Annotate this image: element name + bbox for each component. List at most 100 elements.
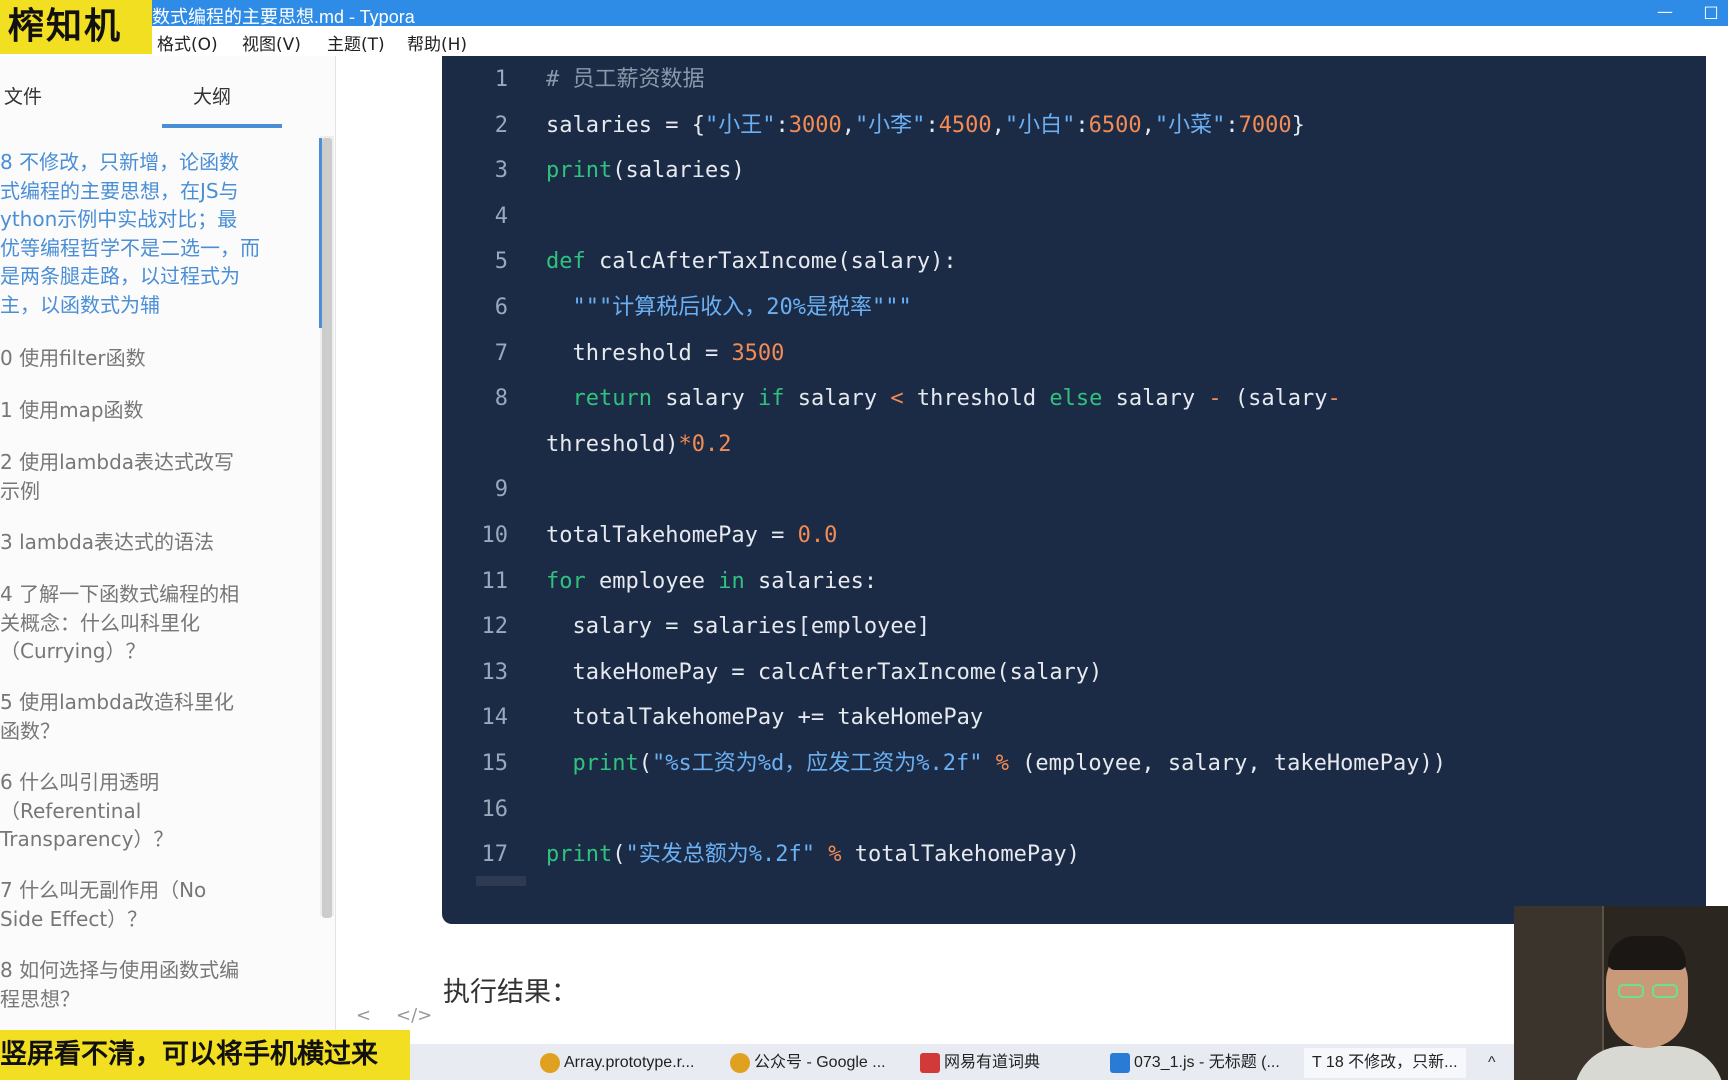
code-token: return [572, 386, 652, 412]
taskbar-item-label: 073_1.js - 无标题 (... [1134, 1054, 1280, 1071]
code-text: print("实发总额为%.2f" % totalTakehomePay) [546, 839, 1080, 871]
outline-item[interactable]: 6 什么叫引用透明 （Referentinal Transparency）？ [0, 768, 318, 854]
tab-outline[interactable]: 大纲 [193, 82, 231, 109]
code-text: salary = salaries[employee] [546, 611, 930, 643]
webcam-background [1514, 906, 1604, 1080]
menu-help[interactable]: 帮助(H) [407, 30, 467, 55]
code-token: threshold) [546, 431, 679, 457]
outline-item[interactable]: 3 lambda表达式的语法 [0, 528, 318, 557]
code-token: : [925, 112, 939, 138]
code-text: threshold = 3500 [546, 338, 784, 370]
subtitle-banner: 竖屏看不清，可以将手机横过来 [0, 1030, 410, 1080]
code-token: takeHomePay = calcAfterTaxIncome(salary) [546, 659, 1103, 685]
code-token: (salary [1221, 386, 1328, 412]
code-token: salaries: [744, 568, 878, 594]
code-token: for [546, 568, 586, 594]
outline-item[interactable]: 0 使用filter函数 [0, 344, 318, 373]
taskbar-item-label: 网易有道词典 [944, 1054, 1041, 1071]
minimize-button[interactable]: — [1642, 0, 1688, 26]
code-token: def [546, 249, 586, 275]
outline-active-marker [319, 138, 322, 328]
line-number: 16 [481, 796, 509, 822]
code-text: def calcAfterTaxIncome(salary): [546, 246, 957, 278]
code-text: print(salaries) [546, 155, 745, 187]
code-token: else [1049, 386, 1103, 412]
line-number: 8 [494, 386, 508, 412]
vscode-icon [1110, 1052, 1130, 1073]
taskbar-item-youdao[interactable]: 网易有道词典 [920, 1048, 1040, 1078]
code-token: "实发总额为%.2f" [625, 842, 815, 868]
outline-item[interactable]: 2 使用lambda表达式改写 示例 [0, 448, 318, 505]
code-token: print [572, 751, 639, 776]
code-token: , [991, 112, 1005, 138]
tray-expand-icon[interactable]: ^ [1488, 1048, 1496, 1078]
code-text: salaries = {"小王":3000,"小李":4500,"小白":650… [546, 110, 1305, 142]
result-heading: 执行结果： [443, 977, 578, 1008]
code-token: "小菜" [1154, 112, 1226, 138]
maximize-button[interactable]: □ [1688, 0, 1728, 26]
sidebar-scrollbar-thumb[interactable] [322, 138, 332, 918]
code-token: , [841, 112, 855, 138]
code-token: threshold = [546, 340, 732, 366]
outline-item[interactable]: 7 什么叫无副作用（No Side Effect）？ [0, 876, 318, 933]
line-number: 15 [481, 751, 509, 776]
code-token: in [718, 568, 745, 594]
menu-theme[interactable]: 主题(T) [327, 30, 385, 55]
code-token: "小李" [854, 112, 926, 138]
code-token: threshold [903, 386, 1050, 412]
code-token: : [775, 112, 789, 138]
code-token: ( [638, 751, 652, 776]
code-token: % [995, 751, 1009, 776]
tab-files[interactable]: 文件 [4, 82, 42, 109]
code-token: : [1075, 112, 1089, 138]
menu-format[interactable]: 格式(O) [157, 30, 218, 55]
code-token: totalTakehomePay = [546, 523, 798, 548]
source-code-icon[interactable]: </> [396, 1005, 432, 1026]
line-number: 14 [481, 705, 509, 731]
chrome-icon [540, 1052, 560, 1073]
code-text: totalTakehomePay = 0.0 [546, 520, 837, 552]
code-token: salary [1102, 386, 1209, 412]
outline-item[interactable]: 4 了解一下函数式编程的相 关概念：什么叫科里化 （Currying）？ [0, 580, 318, 666]
code-text: """计算税后收入，20%是税率""" [546, 292, 912, 324]
taskbar-item-vscode[interactable]: 073_1.js - 无标题 (... [1110, 1048, 1280, 1078]
code-token: 4500 [938, 112, 992, 138]
outline-item[interactable]: 8 如何选择与使用函数式编 程思想？ [0, 956, 318, 1013]
line-number: 9 [494, 477, 508, 503]
taskbar-item-chrome-gzh[interactable]: 公众号 - Google ... [730, 1048, 886, 1078]
code-token: < [890, 386, 904, 412]
taskbar-item-chrome-array[interactable]: Array.prototype.r... [540, 1048, 694, 1078]
line-number: 3 [494, 158, 508, 184]
code-token: calcAfterTaxIncome(salary): [585, 249, 957, 275]
taskbar-item-typora[interactable]: T 18 不修改，只新... [1304, 1048, 1466, 1078]
code-token: % [828, 842, 842, 868]
code-token: 3000 [788, 112, 842, 138]
line-number: 5 [494, 249, 508, 275]
glasses-icon [1618, 984, 1644, 998]
code-cursor-mark [476, 876, 526, 886]
outline-item[interactable]: 5 使用lambda改造科里化 函数？ [0, 688, 318, 745]
taskbar-item-label: T 18 不修改，只新... [1312, 1054, 1458, 1071]
code-token: salaries = { [546, 112, 705, 138]
outline-item[interactable]: 1 使用map函数 [0, 396, 318, 425]
code-token: 6500 [1088, 112, 1142, 138]
code-token: (employee, salary, takeHomePay)) [1008, 751, 1447, 776]
code-token: - [1208, 386, 1222, 412]
code-block[interactable]: 1 # 员工薪资数据 2 salaries = {"小王":3000,"小李":450… [442, 56, 1706, 924]
back-icon[interactable]: < [356, 1005, 371, 1026]
menubar: 格式(O) 视图(V) 主题(T) 帮助(H) [0, 26, 1728, 56]
presenter-hair [1608, 936, 1686, 970]
line-number: 4 [494, 203, 508, 229]
line-number: 2 [494, 112, 508, 138]
code-token: "小王" [704, 112, 776, 138]
menu-view[interactable]: 视图(V) [242, 30, 301, 55]
code-text: for employee in salaries: [546, 566, 877, 598]
channel-logo: 榨知机 [0, 0, 152, 54]
code-token: * [678, 431, 692, 457]
code-text: takeHomePay = calcAfterTaxIncome(salary) [546, 657, 1102, 689]
outline-item[interactable]: 8 不修改，只新增，论函数 式编程的主要思想，在JS与 ython示例中实战对比… [0, 148, 318, 319]
code-token: "%s工资为%d，应发工资为%.2f" [651, 751, 983, 776]
